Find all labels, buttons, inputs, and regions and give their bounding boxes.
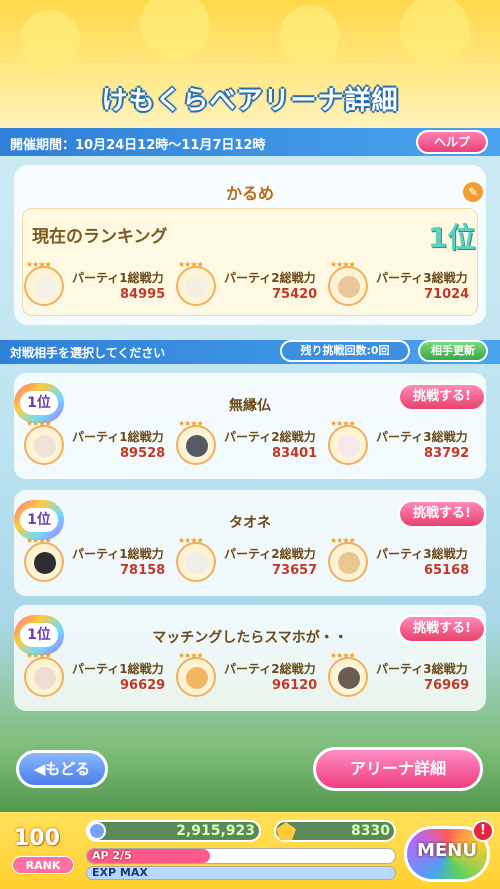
character-portrait: [34, 552, 56, 574]
rarity-stars: ★★★★: [26, 419, 52, 428]
party-avatar: [24, 657, 64, 697]
party-power-label: パーティ3総戦力: [376, 430, 468, 444]
party-power-value: 75420: [272, 287, 318, 302]
party-power-value: 65168: [424, 563, 470, 578]
gem-count: 8330: [351, 823, 390, 839]
help-button[interactable]: ヘルプ: [416, 130, 488, 154]
party-power-value: 83401: [272, 446, 318, 461]
back-label: もどる: [45, 760, 91, 778]
party-avatar: [328, 266, 368, 306]
party-power-label: パーティ2総戦力: [224, 430, 316, 444]
party-power-value: 71024: [424, 287, 470, 302]
player-name: かるめ: [225, 184, 274, 203]
party-power-label: パーティ3総戦力: [376, 547, 468, 561]
party-avatar: [328, 657, 368, 697]
party-power-label: パーティ2総戦力: [224, 547, 316, 561]
party-power-value: 96629: [120, 678, 166, 693]
party-avatar: [176, 542, 216, 582]
menu-label: MENU: [417, 840, 477, 861]
character-portrait: [186, 667, 208, 689]
character-portrait: [186, 276, 208, 298]
party-power-label: パーティ1総戦力: [72, 430, 164, 444]
party-power-label: パーティ2総戦力: [224, 271, 316, 285]
event-period: 開催期間：10月24日12時～11月7日12時: [10, 138, 266, 153]
party-power-label: パーティ1総戦力: [72, 662, 164, 676]
party-avatar: [176, 425, 216, 465]
party-power-label: パーティ3総戦力: [376, 662, 468, 676]
party-avatar: [24, 266, 64, 306]
rarity-stars: ★★★★: [330, 651, 356, 660]
coin-icon: [88, 822, 106, 840]
party-power-value: 83792: [424, 446, 470, 461]
rarity-stars: ★★★★: [178, 260, 204, 269]
rank-tag: RANK: [12, 856, 74, 874]
player-rank-number: 100: [14, 826, 60, 851]
character-portrait: [186, 552, 208, 574]
character-portrait: [338, 435, 360, 457]
rarity-stars: ★★★★: [178, 536, 204, 545]
rarity-stars: ★★★★: [330, 260, 356, 269]
rarity-stars: ★★★★: [26, 260, 52, 269]
party-power-value: 73657: [272, 563, 318, 578]
rarity-stars: ★★★★: [330, 419, 356, 428]
rarity-stars: ★★★★: [26, 651, 52, 660]
character-portrait: [34, 435, 56, 457]
character-portrait: [338, 667, 360, 689]
character-portrait: [34, 667, 56, 689]
remaining-attempts: 残り挑戦回数:0回: [280, 340, 410, 362]
rarity-stars: ★★★★: [178, 651, 204, 660]
arena-detail-button[interactable]: アリーナ詳細: [313, 747, 483, 791]
my-rank: 1位: [428, 221, 476, 254]
party-avatar: [328, 425, 368, 465]
party-avatar: [24, 542, 64, 582]
party-power-value: 96120: [272, 678, 318, 693]
rarity-stars: ★★★★: [330, 536, 356, 545]
refresh-opponents-button[interactable]: 相手更新: [418, 340, 488, 362]
party-power-value: 76969: [424, 678, 470, 693]
party-power-label: パーティ1総戦力: [72, 547, 164, 561]
party-avatar: [328, 542, 368, 582]
challenge-button[interactable]: 挑戦する!: [398, 615, 486, 643]
character-portrait: [34, 276, 56, 298]
party-power-label: パーティ3総戦力: [376, 271, 468, 285]
rarity-stars: ★★★★: [26, 536, 52, 545]
party-power-value: 78158: [120, 563, 166, 578]
party-power-value: 84995: [120, 287, 166, 302]
back-button[interactable]: ◀もどる: [16, 750, 108, 788]
page-title: けもくらべアリーナ詳細: [101, 86, 399, 116]
select-opponent-label: 対戦相手を選択してください: [10, 346, 166, 360]
party-avatar: [176, 266, 216, 306]
challenge-button[interactable]: 挑戦する!: [398, 383, 486, 411]
alert-badge: !: [472, 820, 494, 842]
challenge-button[interactable]: 挑戦する!: [398, 500, 486, 528]
coin-count: 2,915,923: [176, 823, 255, 839]
ranking-label: 現在のランキング: [32, 227, 168, 247]
edit-icon[interactable]: ✎: [463, 182, 483, 202]
party-avatar: [24, 425, 64, 465]
character-portrait: [338, 276, 360, 298]
rarity-stars: ★★★★: [178, 419, 204, 428]
party-power-value: 89528: [120, 446, 166, 461]
character-portrait: [186, 435, 208, 457]
character-portrait: [338, 552, 360, 574]
party-power-label: パーティ2総戦力: [224, 662, 316, 676]
party-avatar: [176, 657, 216, 697]
exp-label: EXP MAX: [92, 866, 148, 879]
party-power-label: パーティ1総戦力: [72, 271, 164, 285]
ap-label: AP 2/5: [92, 849, 132, 862]
